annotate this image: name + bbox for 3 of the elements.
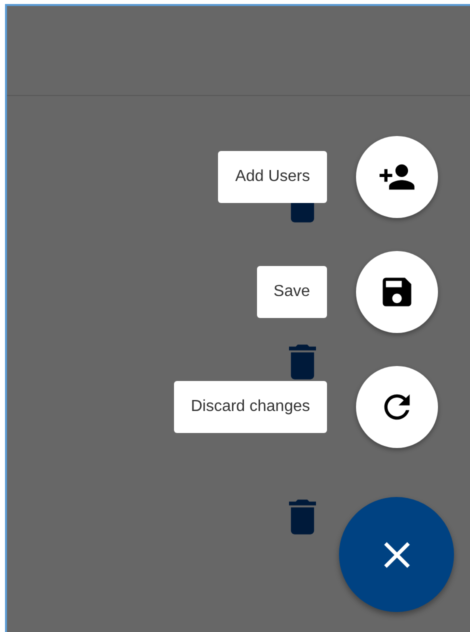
action-tooltip: Discard changes [174, 381, 327, 433]
action-tooltip: Add Users [218, 151, 327, 203]
action-tooltip: Save [256, 266, 327, 318]
